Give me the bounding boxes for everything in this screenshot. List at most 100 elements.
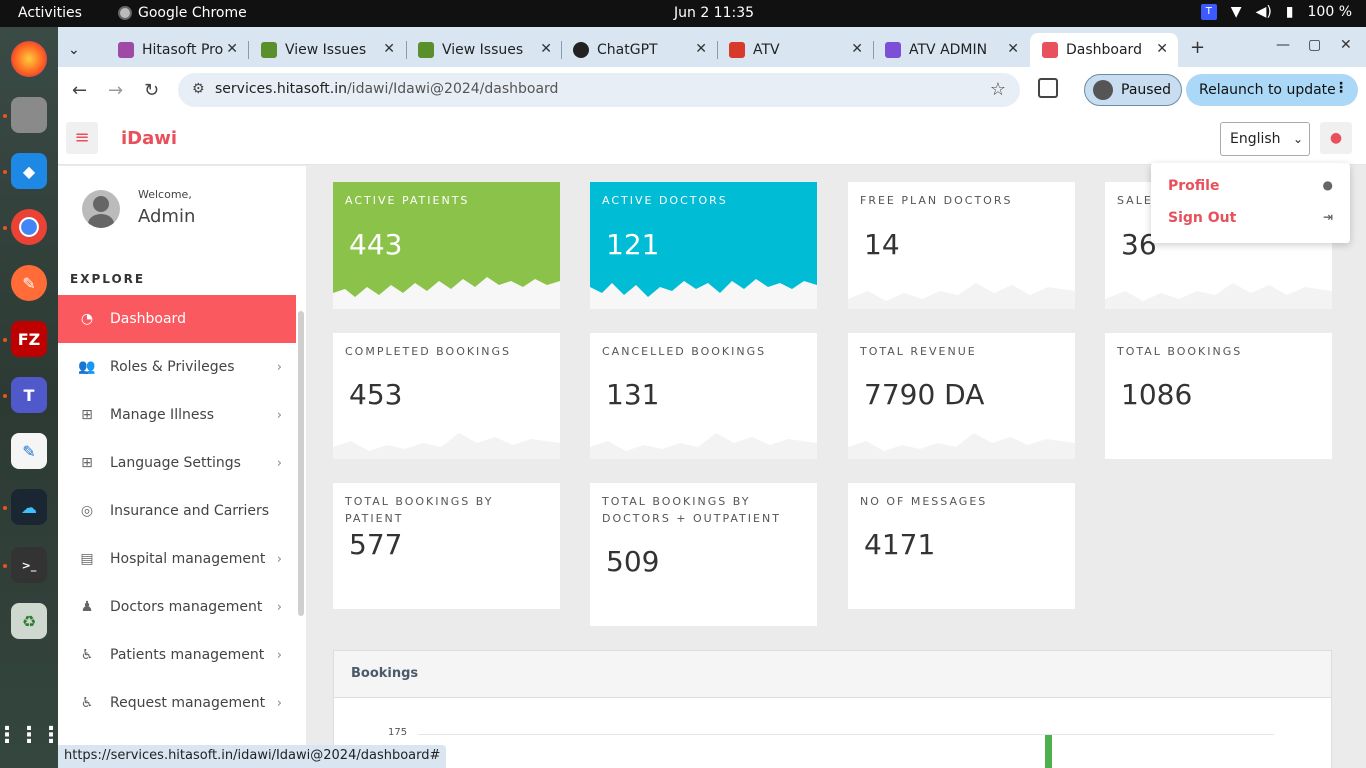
tab-title: View Issues [442, 42, 524, 58]
url-text[interactable]: services.hitasoft.in/idawi/Idawi@2024/da… [215, 81, 558, 97]
close-icon[interactable]: ✕ [226, 41, 238, 57]
sidebar-item-insurance[interactable]: ◎ Insurance and Carriers [58, 487, 296, 535]
hamburger-menu-icon[interactable]: ≡ [66, 122, 98, 154]
site-info-icon[interactable]: ⚙ [192, 81, 205, 97]
forward-arrow-icon[interactable]: → [108, 80, 123, 101]
stat-value: 577 [349, 528, 403, 561]
brand-logo[interactable]: iDawi [121, 128, 177, 149]
close-icon[interactable]: ✕ [851, 41, 863, 57]
close-icon[interactable]: ✕ [1156, 41, 1168, 57]
sidebar-item-patients[interactable]: ♿ Patients management › [58, 631, 296, 679]
tab[interactable]: Hitasoft Pro ✕ [106, 33, 248, 67]
relaunch-label: Relaunch to update [1199, 82, 1336, 98]
reload-icon[interactable]: ↻ [144, 80, 159, 101]
back-arrow-icon[interactable]: ← [72, 80, 87, 101]
new-tab-plus-icon[interactable]: + [1190, 37, 1205, 58]
sidebar-item-roles[interactable]: 👥 Roles & Privileges › [58, 343, 296, 391]
show-apps-icon[interactable]: ⋮⋮⋮ [0, 717, 62, 753]
close-icon[interactable]: ✕ [1007, 41, 1019, 57]
sidebar-item-illness[interactable]: ⊞ Manage Illness › [58, 391, 296, 439]
chrome-icon[interactable] [11, 209, 47, 245]
sidebar-item-label: Manage Illness [110, 407, 215, 423]
stat-label: TOTAL BOOKINGS [1117, 345, 1243, 358]
terminal-icon[interactable]: >_ [11, 547, 47, 583]
activities-button[interactable]: Activities [18, 5, 82, 21]
tab-title: ChatGPT [597, 42, 658, 58]
user-dropdown-menu: Profile ● Sign Out ⇥ [1151, 163, 1350, 243]
tab[interactable]: ATV ADMIN ✕ [873, 33, 1029, 67]
tab-active[interactable]: Dashboard ✕ [1030, 33, 1178, 67]
teams-icon[interactable]: T [11, 377, 47, 413]
postman-icon[interactable]: ✎ [11, 265, 47, 301]
trash-icon[interactable]: ♻ [11, 603, 47, 639]
sidebar-item-requests[interactable]: ♿ Request management › [58, 679, 296, 727]
text-editor-icon[interactable]: ✎ [11, 433, 47, 469]
tab[interactable]: View Issues ✕ [406, 33, 562, 67]
vscode-icon[interactable]: ◆ [11, 153, 47, 189]
kebab-menu-icon[interactable]: ⋮ [1334, 80, 1348, 96]
dock: ◆ ✎ FZ T ✎ ☁ >_ ♻ ⋮⋮⋮ [0, 27, 62, 768]
stat-label: FREE PLAN DOCTORS [860, 194, 1013, 207]
url-path: /idawi/Idawi@2024/dashboard [346, 81, 559, 97]
bookmark-star-icon[interactable]: ☆ [990, 79, 1006, 100]
sidebar-item-label: Language Settings [110, 455, 241, 471]
sidebar-section-title: EXPLORE [70, 272, 146, 286]
sidebar-item-language[interactable]: ⊞ Language Settings › [58, 439, 296, 487]
user-icon: ● [1322, 178, 1333, 192]
teams-tray-icon[interactable]: T [1200, 4, 1217, 20]
profile-avatar [1093, 80, 1113, 100]
browser-toolbar: ← → ↻ ⚙ services.hitasoft.in/idawi/Idawi… [58, 67, 1366, 113]
tab-title: Dashboard [1066, 42, 1142, 58]
user-icon: ● [1329, 130, 1343, 146]
address-bar[interactable]: ⚙ services.hitasoft.in/idawi/Idawi@2024/… [178, 73, 1020, 107]
tab-favicon [261, 42, 277, 58]
maximize-icon[interactable]: ▢ [1308, 37, 1321, 53]
lifebuoy-icon: ◎ [80, 503, 94, 519]
tab[interactable]: View Issues ✕ [249, 33, 405, 67]
tab[interactable]: ATV ✕ [717, 33, 873, 67]
close-icon[interactable]: ✕ [540, 41, 552, 57]
app-menu-label: Google Chrome [138, 5, 247, 21]
stat-value: 14 [864, 228, 900, 261]
sparkline [848, 433, 1075, 459]
tab-favicon [118, 42, 134, 58]
sidebar-scrollbar[interactable] [298, 311, 304, 616]
menu-item-label: Sign Out [1168, 210, 1237, 226]
system-tray[interactable]: T ▼ ◀) ▮ 100 % [1200, 4, 1352, 20]
close-icon[interactable]: ✕ [695, 41, 707, 57]
relaunch-button[interactable]: Relaunch to update ⋮ [1186, 74, 1358, 106]
minimize-icon[interactable]: — [1276, 37, 1290, 53]
stat-label: TOTAL BOOKINGS BY DOCTORS + OUTPATIENT [602, 495, 781, 525]
tab[interactable]: ChatGPT ✕ [561, 33, 717, 67]
chevron-down-icon: ⌄ [68, 42, 80, 58]
running-indicator [3, 506, 7, 510]
sidebar-item-doctors[interactable]: ♟ Doctors management › [58, 583, 296, 631]
sidebar-item-label: Doctors management [110, 599, 263, 615]
dashboard-icon: ◔ [80, 311, 94, 327]
chevron-right-icon: › [276, 551, 282, 567]
menu-item-sign-out[interactable]: Sign Out ⇥ [1168, 210, 1333, 226]
close-icon[interactable]: ✕ [383, 41, 395, 57]
menu-item-profile[interactable]: Profile ● [1168, 178, 1333, 194]
extensions-puzzle-icon[interactable] [1038, 78, 1058, 98]
app-menu[interactable]: Google Chrome [118, 5, 247, 21]
chart-bar[interactable] [1045, 735, 1052, 768]
profile-paused-button[interactable]: Paused [1084, 74, 1182, 106]
clock[interactable]: Jun 2 11:35 [674, 5, 754, 21]
filezilla-icon[interactable]: FZ [11, 321, 47, 357]
window-close-icon[interactable]: ✕ [1340, 37, 1352, 53]
sidebar-item-dashboard[interactable]: ◔ Dashboard [58, 295, 296, 343]
files-icon[interactable] [11, 97, 47, 133]
language-select[interactable]: English ⌄ [1220, 122, 1310, 156]
firefox-icon[interactable] [11, 41, 47, 77]
sidebar-item-hospital[interactable]: ▤ Hospital management › [58, 535, 296, 583]
user-menu-button[interactable]: ● [1320, 122, 1352, 154]
stat-label: ACTIVE PATIENTS [345, 194, 470, 207]
avatar [82, 190, 120, 228]
tab-search-button[interactable]: ⌄ [58, 33, 94, 67]
bookings-panel: Bookings 175 [333, 650, 1332, 768]
stat-card-total-bookings: TOTAL BOOKINGS 1086 [1105, 333, 1332, 459]
sparkline [848, 283, 1075, 309]
users-icon: 👥 [78, 359, 96, 375]
cloud-app-icon[interactable]: ☁ [11, 489, 47, 525]
